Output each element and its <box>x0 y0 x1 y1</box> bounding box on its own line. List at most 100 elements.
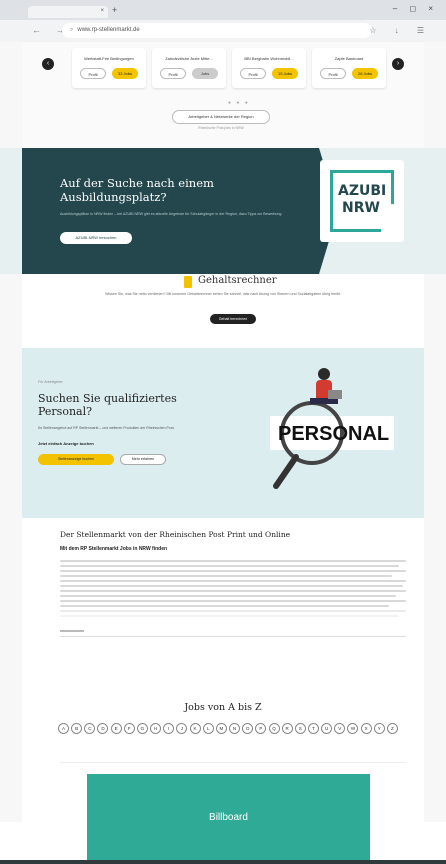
stellenmarkt-title: Der Stellenmarkt von der Rheinischen Pos… <box>60 530 291 539</box>
profile-button[interactable]: Profil <box>320 68 346 79</box>
text-line <box>60 600 406 602</box>
stellenmarkt-subtitle: Mit dem RP Stellenmarkt Jobs in NRW find… <box>60 546 168 552</box>
azubi-nrw-logo[interactable]: AZUBI NRW <box>320 160 404 242</box>
employer-card[interactable]: Zahnärztliche Ärzte Mitte... Profil Jobs <box>152 48 226 88</box>
employer-name: BBI Bergbahn Wohnmobil... <box>244 56 294 61</box>
personal-text: Ihr Stellenangebot auf RP Stellenmarkt –… <box>38 426 175 430</box>
az-letter-button[interactable]: Y <box>373 723 385 734</box>
az-letter-button[interactable]: G <box>136 723 148 734</box>
az-letter-button[interactable]: W <box>347 723 359 734</box>
browser-chrome: × + – ◻ × ← → C ⌕www.rp-stellenmarkt.de … <box>0 0 446 42</box>
az-letter-button[interactable]: Z <box>386 723 398 734</box>
jobs-button[interactable]: 33 Jobs <box>112 68 138 79</box>
gehaltsrechner-button[interactable]: Gehalt berechnen <box>210 314 256 324</box>
book-ad-button[interactable]: Stellenanzeige buchen <box>38 454 114 465</box>
tab-close-icon[interactable]: × <box>100 8 104 14</box>
text-line <box>60 560 406 562</box>
azubi-text: Ausbildungsplätze in NRW finden – bei AZ… <box>60 212 283 216</box>
az-letter-button[interactable]: R <box>281 723 293 734</box>
az-letter-button[interactable]: E <box>110 723 122 734</box>
calculator-icon <box>184 276 192 288</box>
az-letter-button[interactable]: P <box>255 723 267 734</box>
text-line <box>60 585 403 587</box>
az-letter-button[interactable]: N <box>229 723 241 734</box>
az-letter-button[interactable]: X <box>360 723 372 734</box>
personal-label: Für Arbeitgeber <box>38 380 63 384</box>
profile-button[interactable]: Profil <box>80 68 106 79</box>
address-bar[interactable]: ⌕ www.rp-stellenmarkt.de <box>62 23 372 38</box>
carousel-dots[interactable]: ● ● ● <box>228 100 250 106</box>
url-text: www.rp-stellenmarkt.de <box>77 27 140 33</box>
text-line <box>60 570 406 572</box>
employer-name: Zahnärztliche Ärzte Mitte... <box>165 56 213 61</box>
logo-text-nrw: NRW <box>342 200 380 216</box>
jobs-button[interactable]: 15 Jobs <box>272 68 298 79</box>
personal-magnifier-illustration: PERSONAL <box>270 368 394 489</box>
person-head <box>318 368 330 380</box>
az-letter-button[interactable]: K <box>189 723 201 734</box>
azubi-title: Auf der Suche nach einem Ausbildungsplat… <box>60 176 214 204</box>
az-letter-button[interactable]: I <box>163 723 175 734</box>
az-title: Jobs von A bis Z <box>184 702 262 713</box>
az-letter-button[interactable]: Q <box>268 723 280 734</box>
personal-title: Suchen Sie qualifiziertes Personal? <box>38 392 177 418</box>
profile-button[interactable]: Profil <box>160 68 186 79</box>
jobs-button[interactable]: Jobs <box>192 68 218 79</box>
billboard-ad[interactable]: Billboard <box>87 774 370 862</box>
employer-card[interactable]: BBI Bergbahn Wohnmobil... Profil 15 Jobs <box>232 48 306 88</box>
carousel-next-button[interactable]: › <box>392 58 404 70</box>
employer-card[interactable]: Werkstatt-Fee Bedingungen Profil 33 Jobs <box>72 48 146 88</box>
text-line <box>60 610 406 612</box>
employer-name: Werkstatt-Fee Bedingungen <box>84 56 134 61</box>
az-letter-button[interactable]: B <box>71 723 83 734</box>
az-letter-button[interactable]: U <box>321 723 333 734</box>
window-controls[interactable]: – ◻ × <box>393 4 438 13</box>
profile-button[interactable]: Profil <box>240 68 266 79</box>
learn-more-button[interactable]: Mehr erfahren <box>120 454 166 465</box>
search-icon: ⌕ <box>70 27 74 33</box>
page: ‹ › Werkstatt-Fee Bedingungen Profil 33 … <box>0 42 446 864</box>
jobs-button[interactable]: 26 Jobs <box>352 68 378 79</box>
toolbar-icons[interactable]: ☆ ↓ ☰ <box>369 26 432 35</box>
az-letter-button[interactable]: A <box>58 723 69 734</box>
az-letter-button[interactable]: L <box>202 723 214 734</box>
az-letter-button[interactable]: V <box>334 723 346 734</box>
text-line <box>60 590 406 592</box>
employer-name: Zapfe Bauboard <box>334 56 364 61</box>
az-letter-button[interactable]: T <box>307 723 319 734</box>
az-letter-button[interactable]: S <box>294 723 306 734</box>
logo-text-azubi: AZUBI <box>338 183 387 199</box>
az-letter-button[interactable]: D <box>97 723 109 734</box>
all-employers-button[interactable]: Arbeitgeber & Netzwerke der Region <box>172 110 270 124</box>
new-tab-icon[interactable]: + <box>112 5 117 15</box>
all-employers-note: Rheinische Post jobs in NRW <box>198 126 244 130</box>
azubi-banner: Auf der Suche nach einem Ausbildungsplat… <box>22 148 338 274</box>
gehaltsrechner-title: Gehaltsrechner <box>198 275 277 286</box>
employer-card[interactable]: Zapfe Bauboard Profil 26 Jobs <box>312 48 386 88</box>
personal-word: PERSONAL <box>278 423 389 445</box>
text-line <box>60 605 389 607</box>
azubi-button[interactable]: AZUBI-NRW besuchen <box>60 232 132 244</box>
personal-subtitle: Jetzt einfach Anzeige buchen <box>38 441 94 446</box>
text-line <box>60 575 393 577</box>
az-letter-button[interactable]: F <box>123 723 135 734</box>
text-line <box>60 580 406 582</box>
footer <box>0 860 446 864</box>
az-letter-row: ABCDEFGHIJKLMNOPQRSTUVWXYZ <box>58 723 398 734</box>
browser-tab[interactable]: × <box>28 6 108 18</box>
carousel-prev-button[interactable]: ‹ <box>42 58 54 70</box>
az-letter-button[interactable]: O <box>242 723 254 734</box>
divider <box>60 762 406 763</box>
read-more-link[interactable] <box>60 630 84 632</box>
az-letter-button[interactable]: H <box>150 723 162 734</box>
text-line <box>60 595 396 597</box>
az-letter-button[interactable]: J <box>176 723 188 734</box>
az-letter-button[interactable]: C <box>84 723 96 734</box>
browser-toolbar: ← → C ⌕www.rp-stellenmarkt.de ☆ ↓ ☰ <box>0 20 446 42</box>
az-letter-button[interactable]: M <box>215 723 227 734</box>
laptop-icon <box>328 390 342 399</box>
gehaltsrechner-text: Wissen Sie, was Sie netto verdienen? Mit… <box>105 292 341 296</box>
text-line <box>60 615 400 617</box>
magnifier-handle <box>273 454 299 489</box>
stellenmarkt-body <box>60 560 406 620</box>
